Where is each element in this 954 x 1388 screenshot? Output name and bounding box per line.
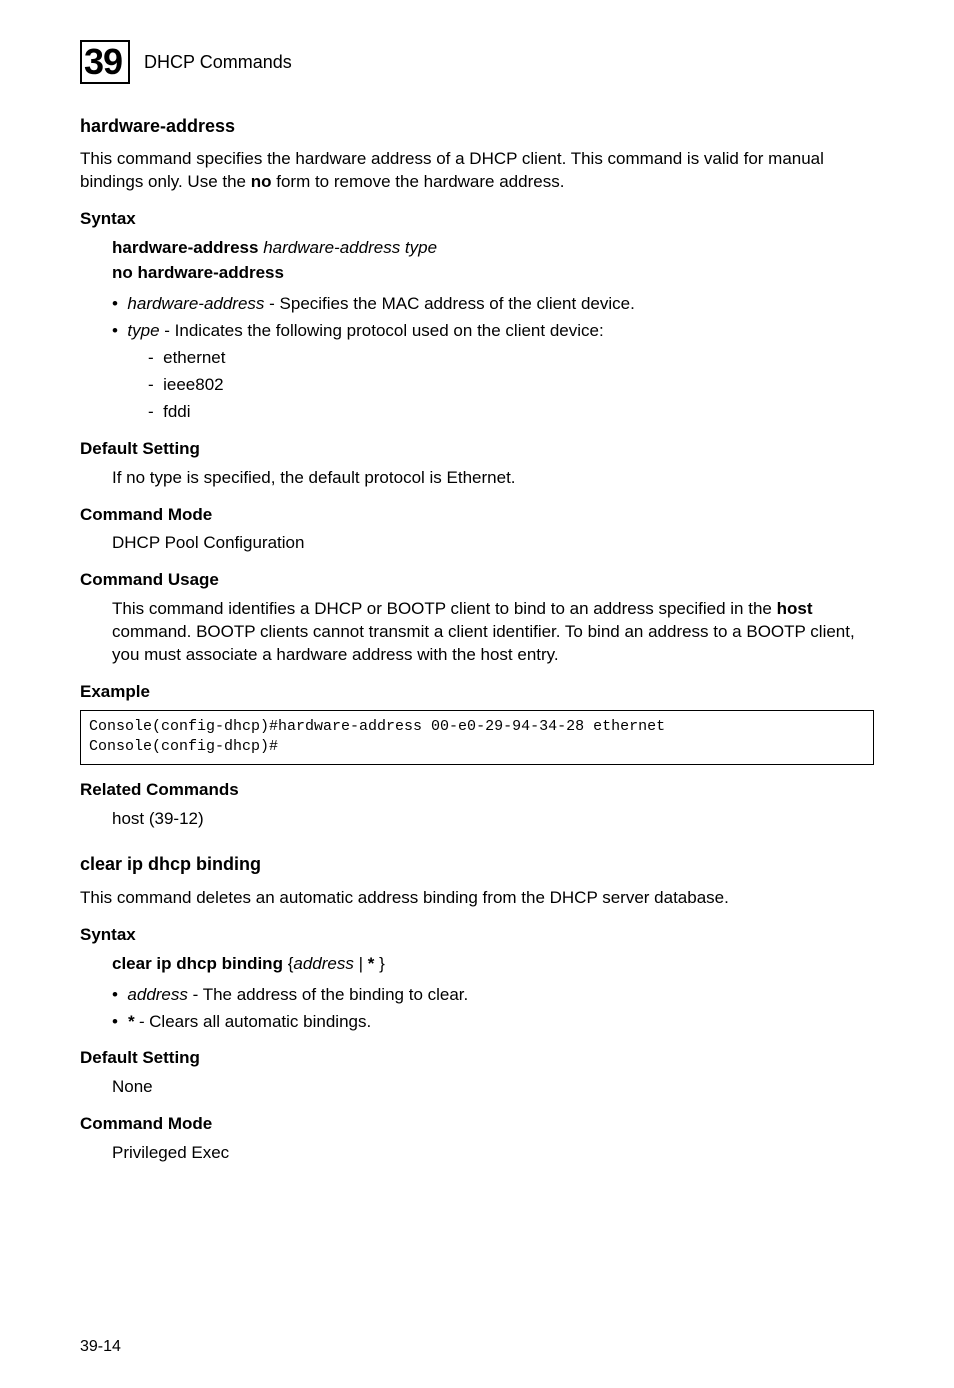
bullet-term: address [127,985,187,1004]
section-heading-clear-binding: clear ip dhcp binding [80,852,874,876]
default-setting-heading: Default Setting [80,438,874,461]
command-usage-heading: Command Usage [80,569,874,592]
usage-part1: This command identifies a DHCP or BOOTP … [112,599,777,618]
dash-mark: - [148,348,163,367]
chapter-number: 39 [84,41,122,82]
syntax-block: hardware-address hardware-address type n… [112,237,874,285]
related-commands-text: host (39-12) [112,808,874,831]
default-setting-text: If no type is specified, the default pro… [112,467,874,490]
usage-host: host [777,599,813,618]
bullet-dash: - [134,1012,149,1031]
dash-text: ethernet [163,348,225,367]
dash-ethernet: - ethernet [166,347,874,370]
section-heading-hardware-address: hardware-address [80,114,874,138]
bullet-mark: • [112,985,127,1004]
page-number: 39-14 [80,1336,121,1358]
chapter-title: DHCP Commands [144,50,292,74]
intro-text-part2: form to remove the hardware address. [272,172,565,191]
syntax-block-2: clear ip dhcp binding {address | * } [112,953,874,976]
dash-mark: - [148,375,163,394]
dash-text: fddi [163,402,190,421]
page-header: 39 DHCP Commands [80,40,874,84]
command-mode-heading-2: Command Mode [80,1113,874,1136]
dash-ieee802: - ieee802 [166,374,874,397]
command-usage-text: This command identifies a DHCP or BOOTP … [112,598,874,667]
syntax-heading-2: Syntax [80,924,874,947]
syntax-cmd: hardware-address [112,238,258,257]
syntax-heading: Syntax [80,208,874,231]
dash-mark: - [148,402,163,421]
usage-part2: command. BOOTP clients cannot transmit a… [112,622,855,664]
bullet-desc: - Specifies the MAC address of the clien… [264,294,634,313]
syntax-line-clear: clear ip dhcp binding {address | * } [112,953,874,976]
command-mode-text: DHCP Pool Configuration [112,532,874,555]
syntax-no: no [112,263,133,282]
bullet-desc: - Indicates the following protocol used … [160,321,604,340]
bullet-term: hardware-address [127,294,264,313]
syntax-brace2: } [374,954,384,973]
bullet-desc: Clears all automatic bindings. [149,1012,371,1031]
bullet-mark: • [112,1012,127,1031]
bullet-desc: - The address of the binding to clear. [188,985,468,1004]
command-mode-text-2: Privileged Exec [112,1142,874,1165]
intro-paragraph-2: This command deletes an automatic addres… [80,887,874,910]
bullet-mark: • [112,294,127,313]
example-heading: Example [80,681,874,704]
bullet-type: • type - Indicates the following protoco… [130,320,874,343]
syntax-line-2: no hardware-address [112,262,874,285]
syntax-pipe: | [354,954,368,973]
bullet-term: type [127,321,159,340]
chapter-number-box: 39 [80,40,130,84]
bullet-star: • * - Clears all automatic bindings. [130,1011,874,1034]
dash-text: ieee802 [163,375,224,394]
no-keyword: no [251,172,272,191]
syntax-cmd2: hardware-address [138,263,284,282]
syntax-address: address [293,954,353,973]
related-commands-heading: Related Commands [80,779,874,802]
bullet-hardware-address: • hardware-address - Specifies the MAC a… [130,293,874,316]
intro-paragraph: This command specifies the hardware addr… [80,148,874,194]
syntax-line-1: hardware-address hardware-address type [112,237,874,260]
command-mode-heading: Command Mode [80,504,874,527]
bullet-address: • address - The address of the binding t… [130,984,874,1007]
default-setting-heading-2: Default Setting [80,1047,874,1070]
default-setting-text-2: None [112,1076,874,1099]
syntax-args: hardware-address type [263,238,437,257]
bullet-mark: • [112,321,127,340]
example-code-block: Console(config-dhcp)#hardware-address 00… [80,710,874,765]
syntax-cmd: clear ip dhcp binding [112,954,283,973]
dash-fddi: - fddi [166,401,874,424]
